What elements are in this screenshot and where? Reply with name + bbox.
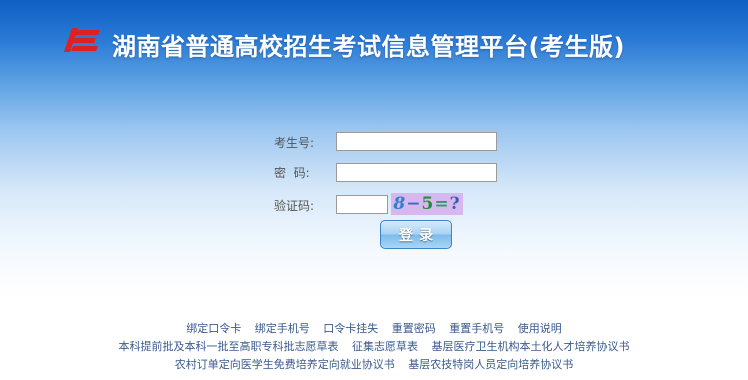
link-collection-volunteer-draft[interactable]: 征集志愿草表 <box>352 340 418 353</box>
link-bind-phone[interactable]: 绑定手机号 <box>255 322 310 335</box>
login-button[interactable]: 登录 <box>380 220 452 249</box>
login-form: 考生号: 密 码: 验证码: 8 − 5 = ? 登录 <box>0 0 748 260</box>
link-grassroots-medical-agreement[interactable]: 基层医疗卫生机构本土化人才培养协议书 <box>432 340 630 353</box>
captcha-digit-2: 5 <box>421 194 435 214</box>
link-bind-token-card[interactable]: 绑定口令卡 <box>186 322 241 335</box>
links-row-1: 绑定口令卡 绑定手机号 口令卡挂失 重置密码 重置手机号 使用说明 <box>0 320 748 336</box>
candidate-no-input[interactable] <box>336 132 497 151</box>
password-label: 密 码: <box>274 166 310 180</box>
link-rural-medical-student-agreement[interactable]: 农村订单定向医学生免费培养定向就业协议书 <box>175 358 395 371</box>
captcha-input[interactable] <box>336 195 388 214</box>
captcha-image[interactable]: 8 − 5 = ? <box>391 193 463 215</box>
password-input[interactable] <box>336 163 497 182</box>
captcha-operator: − <box>406 194 422 214</box>
link-volunteer-draft-form[interactable]: 本科提前批及本科一批至高职专科批志愿草表 <box>119 340 339 353</box>
links-row-3: 农村订单定向医学生免费培养定向就业协议书 基层农技特岗人员定向培养协议书 <box>0 356 748 372</box>
links-row-2: 本科提前批及本科一批至高职专科批志愿草表 征集志愿草表 基层医疗卫生机构本土化人… <box>0 338 748 354</box>
captcha-digit-1: 8 <box>393 194 407 214</box>
captcha-label: 验证码: <box>274 199 315 213</box>
link-reset-password[interactable]: 重置密码 <box>392 322 436 335</box>
link-report-token-card-loss[interactable]: 口令卡挂失 <box>323 322 378 335</box>
captcha-question: ? <box>449 194 461 214</box>
link-user-guide[interactable]: 使用说明 <box>518 322 562 335</box>
candidate-no-label: 考生号: <box>274 136 315 150</box>
link-reset-phone[interactable]: 重置手机号 <box>449 322 504 335</box>
link-agri-tech-agreement[interactable]: 基层农技特岗人员定向培养协议书 <box>408 358 573 371</box>
captcha-equals: = <box>434 194 450 214</box>
